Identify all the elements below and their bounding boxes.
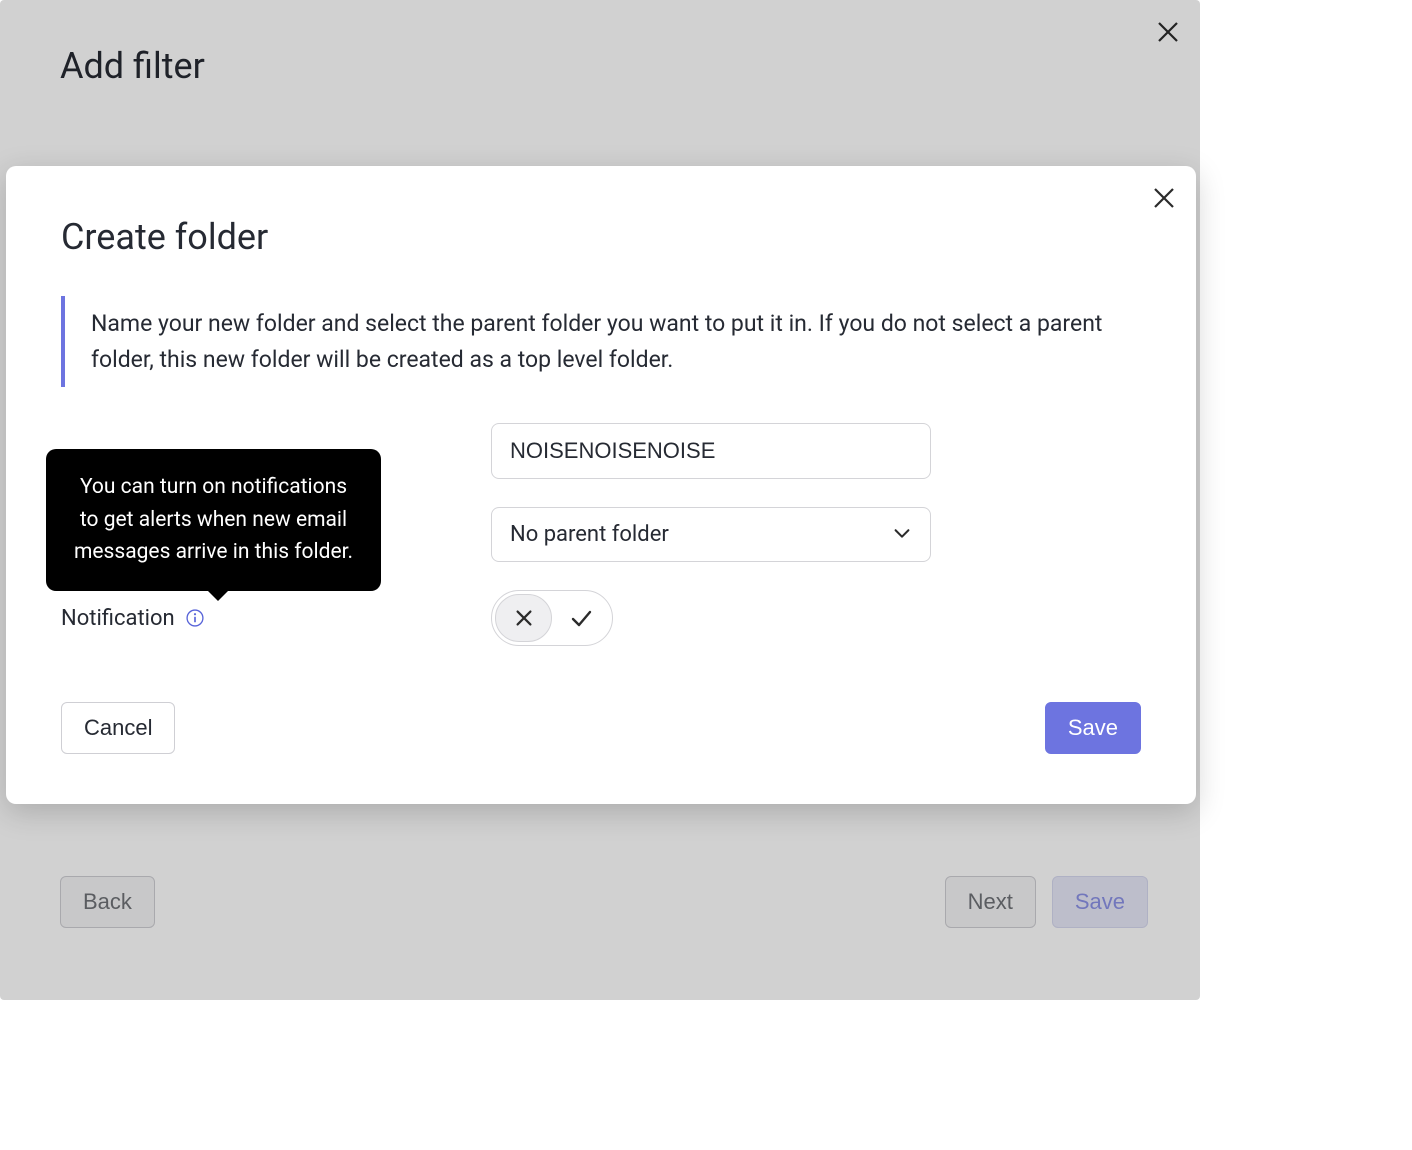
folder-name-input[interactable] [491,423,931,479]
save-folder-button[interactable]: Save [1045,702,1141,754]
notification-tooltip: You can turn on notifications to get ale… [46,449,381,591]
create-folder-modal: Create folder Name your new folder and s… [6,166,1196,804]
info-icon[interactable] [185,608,205,628]
notification-label: Notification [61,606,175,631]
close-icon[interactable] [1152,186,1178,212]
parent-folder-select[interactable]: No parent folder [491,507,931,562]
create-folder-title: Create folder [61,216,1141,258]
cancel-button[interactable]: Cancel [61,702,175,754]
toggle-on-state [552,594,609,642]
create-folder-description: Name your new folder and select the pare… [61,296,1141,387]
notification-toggle[interactable] [491,590,613,646]
tooltip-text: You can turn on notifications to get ale… [74,475,353,564]
toggle-off-state [495,594,552,642]
